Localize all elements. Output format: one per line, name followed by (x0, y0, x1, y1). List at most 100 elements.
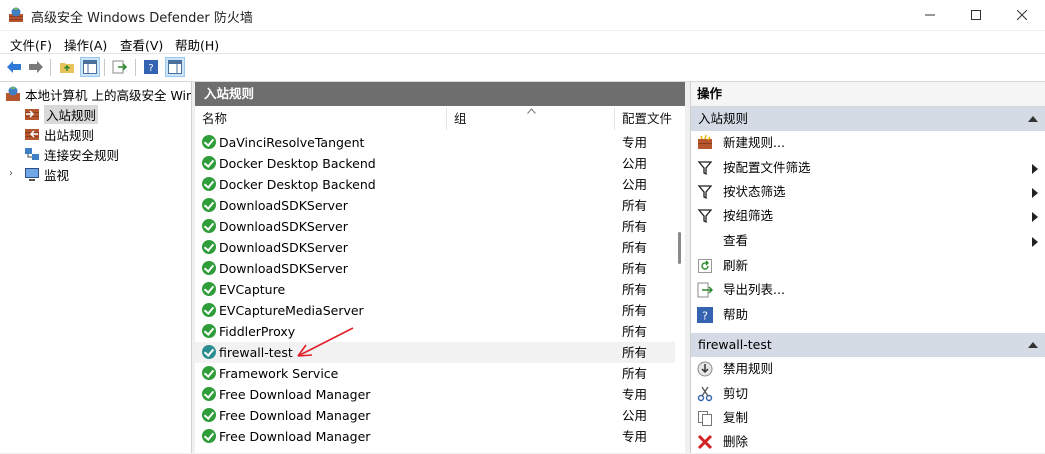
back-button[interactable] (4, 57, 24, 77)
table-row[interactable]: Free Download Manager 专用 (195, 426, 675, 447)
tree-item-monitoring[interactable]: 监视 (24, 165, 69, 183)
enabled-check-icon (202, 156, 216, 170)
action-view[interactable]: 查看 (691, 229, 1045, 253)
enabled-check-icon (202, 366, 216, 380)
action-filter-by-group[interactable]: 按组筛选 (691, 204, 1045, 228)
sort-ascending-icon (527, 108, 536, 114)
folder-up-icon (60, 63, 74, 73)
collapse-up-icon[interactable] (1028, 342, 1038, 348)
table-row[interactable]: Framework Service 所有 (195, 363, 675, 384)
enabled-check-icon (202, 240, 216, 254)
action-filter-by-state[interactable]: 按状态筛选 (691, 180, 1045, 204)
tree-item-label: 出站规则 (44, 127, 95, 143)
export-icon (112, 60, 128, 74)
menu-action[interactable]: 操作(A) (64, 35, 107, 54)
menu-help[interactable]: 帮助(H) (175, 35, 219, 54)
tree-item-label: 监视 (44, 167, 70, 183)
outbound-rules-icon (25, 129, 39, 140)
enabled-check-icon (202, 408, 216, 422)
action-copy[interactable]: 复制 (691, 406, 1045, 430)
connection-security-icon (25, 148, 39, 160)
toolbar: ? (0, 53, 1045, 82)
collapse-up-icon[interactable] (1028, 116, 1038, 122)
enabled-check-icon (202, 345, 216, 359)
menu-file[interactable]: 文件(F) (10, 35, 52, 54)
table-row[interactable]: EVCaptureMediaServer 所有 (195, 300, 675, 321)
submenu-arrow-icon (1032, 237, 1038, 247)
section-header-firewall-test[interactable]: firewall-test (691, 333, 1045, 357)
close-icon (1017, 10, 1027, 20)
table-row[interactable]: DownloadSDKServer 所有 (195, 237, 675, 258)
table-row[interactable]: DaVinciResolveTangent 专用 (195, 132, 675, 153)
enabled-check-icon (202, 303, 216, 317)
menu-bar: 文件(F) 操作(A) 查看(V) 帮助(H) (0, 31, 1045, 53)
action-disable-rule[interactable]: 禁用规则 (691, 357, 1045, 381)
forward-arrow-icon (29, 61, 43, 73)
enabled-check-icon (202, 261, 216, 275)
firewall-root-icon (6, 86, 20, 101)
enabled-check-icon (202, 324, 216, 338)
vertical-scrollbar[interactable] (675, 132, 685, 453)
annotation-arrow-icon (297, 327, 354, 357)
enabled-check-icon (202, 282, 216, 296)
monitoring-icon (25, 168, 39, 181)
submenu-arrow-icon (1032, 212, 1038, 222)
table-row-selected[interactable]: firewall-test 所有 (195, 342, 675, 363)
table-row[interactable]: DownloadSDKServer 所有 (195, 258, 675, 279)
action-filter-by-profile[interactable]: 按配置文件筛选 (691, 156, 1045, 180)
export-icon (697, 282, 713, 298)
submenu-arrow-icon (1032, 188, 1038, 198)
toolbar-separator (104, 59, 105, 76)
copy-icon (698, 411, 712, 426)
export-list-button[interactable] (110, 57, 130, 77)
rules-pane: 入站规则 名称 组 配置文件 DaVinciResolveTangent 专用 D… (195, 82, 685, 453)
maximize-button[interactable] (953, 0, 999, 30)
table-row[interactable]: Docker Desktop Backend 公用 (195, 153, 675, 174)
table-row[interactable]: EVCapture 所有 (195, 279, 675, 300)
table-row[interactable]: Free Download Manager 公用 (195, 405, 675, 426)
table-row[interactable]: FiddlerProxy 所有 (195, 321, 675, 342)
toolbar-separator (50, 59, 51, 76)
pane-header: 入站规则 (195, 82, 685, 106)
action-refresh[interactable]: 刷新 (691, 254, 1045, 278)
action-pane-title: 操作 (691, 82, 1045, 107)
table-row[interactable]: DownloadSDKServer 所有 (195, 195, 675, 216)
table-row[interactable]: Docker Desktop Backend 公用 (195, 174, 675, 195)
tree-item-connection-security-rules[interactable]: 连接安全规则 (24, 145, 119, 163)
window-title: 高级安全 Windows Defender 防火墙 (31, 11, 253, 26)
forward-button[interactable] (26, 57, 46, 77)
action-new-rule[interactable]: 新建规则... (691, 131, 1045, 155)
column-header-profile[interactable]: 配置文件 (615, 108, 675, 130)
action-pane-icon (168, 60, 182, 74)
action-cut[interactable]: 剪切 (691, 382, 1045, 406)
enabled-check-icon (202, 219, 216, 233)
maximize-icon (971, 10, 981, 20)
expand-chevron-icon[interactable]: › (9, 168, 13, 179)
tree-item-inbound-rules[interactable]: 入站规则 (24, 104, 99, 124)
up-level-button[interactable] (57, 57, 77, 77)
table-row[interactable]: DownloadSDKServer 所有 (195, 216, 675, 237)
help-button[interactable]: ? (141, 57, 161, 77)
tree-item-outbound-rules[interactable]: 出站规则 (24, 125, 94, 143)
filter-icon (697, 209, 713, 224)
close-button[interactable] (999, 0, 1045, 30)
table-row[interactable]: Free Download Manager 专用 (195, 384, 675, 405)
minimize-button[interactable] (907, 0, 953, 30)
section-header-inbound-rules[interactable]: 入站规则 (691, 107, 1045, 131)
help-icon: ? (144, 60, 158, 74)
action-delete[interactable]: 删除 (691, 430, 1045, 454)
column-header-name[interactable]: 名称 (195, 108, 447, 130)
submenu-arrow-icon (1032, 164, 1038, 174)
help-icon: ? (697, 307, 713, 323)
show-action-pane-button[interactable] (165, 57, 185, 77)
new-rule-icon (698, 135, 712, 149)
action-export-list[interactable]: 导出列表... (691, 278, 1045, 302)
scrollbar-thumb[interactable] (678, 232, 681, 264)
tree-root[interactable]: 本地计算机 上的高级安全 Windows Defender 防火墙 (5, 85, 192, 103)
menu-view[interactable]: 查看(V) (120, 35, 163, 54)
action-help[interactable]: ? 帮助 (691, 303, 1045, 327)
enabled-check-icon (202, 177, 216, 191)
tree-root-label: 本地计算机 上的高级安全 Windows Defender 防火墙 (25, 87, 192, 103)
show-console-tree-button[interactable] (80, 57, 100, 77)
svg-text:?: ? (148, 63, 153, 74)
